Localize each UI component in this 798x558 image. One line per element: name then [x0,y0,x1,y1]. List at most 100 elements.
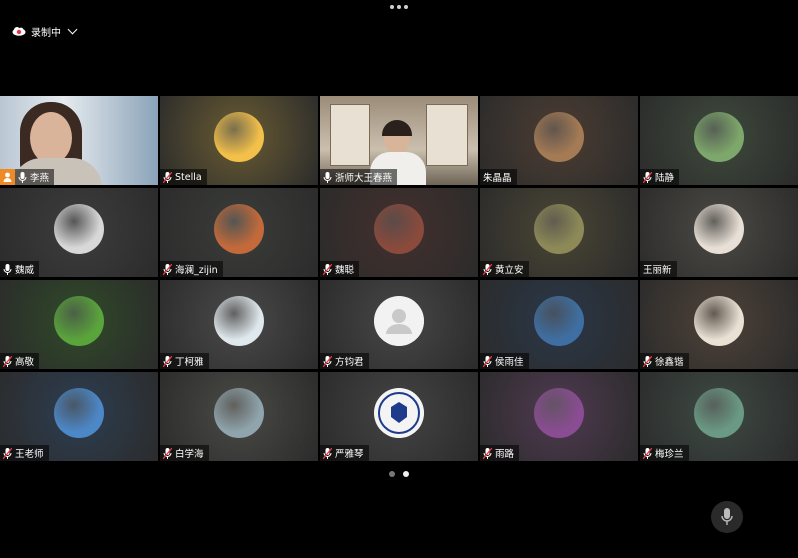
participant-label: 王老师 [0,445,49,461]
participant-name: 浙师大王春燕 [335,173,393,184]
microphone-muted-icon [643,171,652,183]
participant-tile[interactable]: 魏威 [0,188,158,277]
microphone-muted-icon [3,263,12,275]
page-dot[interactable] [389,471,395,477]
microphone-muted-icon [483,263,492,275]
participant-name: 侯雨佳 [495,357,524,368]
participant-label: 浙师大王春燕 [320,169,398,185]
cloud-record-icon [12,26,26,36]
microphone-muted-icon [3,447,12,459]
participant-name: 梅珍兰 [655,449,684,460]
participant-name: 海澜_zijin [175,265,218,276]
recording-label: 录制中 [31,27,61,39]
participant-tile[interactable]: 魏聪 [320,188,478,277]
participant-tile[interactable]: 严雅琴 [320,372,478,461]
participant-tile[interactable]: 王老师 [0,372,158,461]
mouse-cartoon-avatar [694,295,744,346]
microphone-icon [18,171,27,183]
chevron-down-icon [67,24,78,34]
participant-tile[interactable]: 海澜_zijin [160,188,318,277]
participant-label: 梅珍兰 [640,445,689,461]
microphone-muted-icon [3,355,12,367]
microphone-muted-icon [323,447,332,459]
participant-name: 魏威 [15,265,35,276]
cat-avatar [534,203,584,254]
participant-label: 雨路 [480,445,520,461]
participant-label: 海澜_zijin [160,261,223,277]
participant-name: 王老师 [15,449,44,460]
participant-label: 黄立安 [480,261,529,277]
participant-tile[interactable]: 方钧君 [320,280,478,369]
participant-name: Stella [175,171,202,183]
participant-name: 魏聪 [335,265,355,276]
participant-label: 魏聪 [320,261,360,277]
participant-tile[interactable]: 朱晶晶 [480,96,638,185]
host-person-icon [0,169,15,185]
participant-label: 魏威 [0,261,40,277]
participant-tile[interactable]: 陆静 [640,96,798,185]
participant-tile[interactable]: Stella [160,96,318,185]
more-options-dots[interactable] [390,5,408,11]
beach-avatar [534,295,584,346]
participant-name: 黄立安 [495,265,524,276]
participant-tile[interactable]: 梅珍兰 [640,372,798,461]
participant-name: 方钧君 [335,357,364,368]
participant-label: 丁柯雅 [160,353,209,369]
silhouettes-avatar [214,111,264,162]
microphone-icon [323,171,332,183]
microphone-muted-icon [163,263,172,275]
participant-name: 朱晶晶 [483,173,512,184]
microphone-icon [721,508,733,525]
participant-label: 方钧君 [320,353,369,369]
person-avatar [54,203,104,254]
participant-name: 王丽新 [643,265,672,276]
participant-name: 徐鑫锴 [655,357,684,368]
page-dot[interactable] [403,471,409,477]
participant-tile[interactable]: 丁柯雅 [160,280,318,369]
participant-name: 高敬 [15,357,35,368]
participant-label: 朱晶晶 [480,169,517,185]
microphone-muted-icon [163,355,172,367]
participant-tile[interactable]: 徐鑫锴 [640,280,798,369]
participant-label: 陆静 [640,169,680,185]
sunset-avatar [534,387,584,438]
participant-tile[interactable]: 白学海 [160,372,318,461]
participant-tile[interactable]: 王丽新 [640,188,798,277]
sky-avatar [54,387,104,438]
school-logo-avatar [374,387,424,438]
microphone-muted-icon [483,447,492,459]
participant-tile[interactable]: 侯雨佳 [480,280,638,369]
participant-tile[interactable]: 浙师大王春燕 [320,96,478,185]
participant-grid: 李燕 Stella 浙师大王春燕 朱晶晶 陆静魏威 海澜_zijin 魏聪 黄立安 王丽新高敬 丁… [0,96,798,462]
flower-avatar [374,203,424,254]
recording-indicator[interactable]: 录制中 [12,22,78,40]
microphone-muted-icon [323,263,332,275]
participant-label: 王丽新 [640,261,677,277]
participant-name: 白学海 [175,449,204,460]
participant-label: 徐鑫锴 [640,353,689,369]
participant-label: 严雅琴 [320,445,369,461]
participant-label: 侯雨佳 [480,353,529,369]
lake-avatar [694,387,744,438]
participant-tile[interactable]: 高敬 [0,280,158,369]
participant-label: 李燕 [0,169,55,185]
microphone-muted-icon [643,355,652,367]
garden-avatar [694,111,744,162]
participant-label: Stella [160,169,207,185]
participant-name: 丁柯雅 [175,357,204,368]
participant-tile[interactable]: 李燕 [0,96,158,185]
participant-label: 白学海 [160,445,209,461]
microphone-muted-icon [163,171,172,183]
person-avatar [534,111,584,162]
microphone-button[interactable] [711,501,743,533]
floral-avatar [214,203,264,254]
girl-avatar [694,203,744,254]
page-indicator[interactable] [389,471,409,477]
default-person-avatar [374,295,424,346]
participant-name: 陆静 [655,173,675,184]
participant-tile[interactable]: 黄立安 [480,188,638,277]
microphone-muted-icon [483,355,492,367]
microphone-muted-icon [643,447,652,459]
participant-tile[interactable]: 雨路 [480,372,638,461]
microphone-muted-icon [163,447,172,459]
